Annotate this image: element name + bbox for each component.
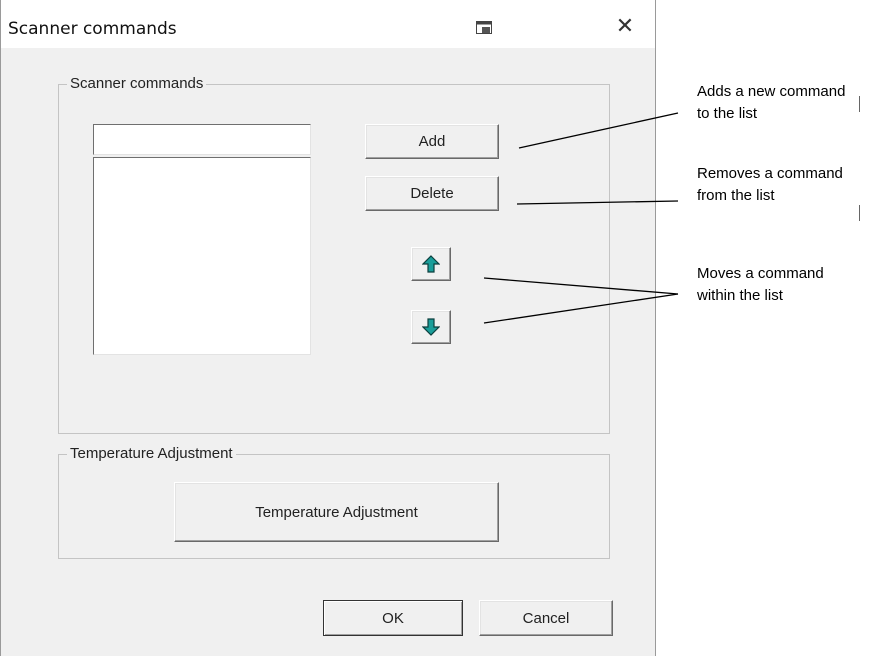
delete-annotation-line2: from the list: [697, 187, 775, 204]
arrow-down-icon: [422, 318, 440, 336]
delete-button[interactable]: Delete: [365, 176, 499, 211]
edge-tick: [859, 205, 860, 221]
add-button[interactable]: Add: [365, 124, 499, 159]
add-annotation: Adds a new command to the list: [697, 81, 845, 125]
move-annotation-line2: within the list: [697, 287, 783, 304]
dialog-title: Scanner commands: [8, 19, 177, 39]
scanner-commands-dialog: Scanner commands ✕ Scanner commands Add …: [0, 0, 656, 656]
window-restore-icon[interactable]: [476, 21, 492, 35]
temperature-group-title: Temperature Adjustment: [67, 444, 236, 464]
temperature-adjustment-button[interactable]: Temperature Adjustment: [174, 482, 499, 542]
move-down-button[interactable]: [411, 310, 451, 344]
close-button[interactable]: ✕: [599, 6, 651, 46]
edge-tick: [859, 96, 860, 112]
command-input[interactable]: [93, 124, 311, 155]
add-annotation-line2: to the list: [697, 105, 758, 122]
delete-annotation: Removes a command from the list: [697, 163, 843, 207]
ok-button[interactable]: OK: [323, 600, 463, 636]
arrow-up-icon: [422, 255, 440, 273]
title-bar: Scanner commands ✕: [1, 0, 655, 48]
add-button-label: Add: [418, 133, 446, 150]
move-annotation: Moves a command within the list: [697, 263, 824, 307]
command-list[interactable]: [93, 157, 311, 355]
move-up-button[interactable]: [411, 247, 451, 281]
scanner-commands-group-title: Scanner commands: [67, 74, 207, 94]
temperature-adjustment-button-label: Temperature Adjustment: [255, 503, 418, 521]
delete-annotation-line1: Removes a command: [697, 165, 843, 182]
close-icon: ✕: [615, 13, 635, 39]
cancel-button-label: Cancel: [522, 609, 570, 627]
cancel-button[interactable]: Cancel: [479, 600, 613, 636]
delete-button-label: Delete: [410, 185, 454, 202]
add-annotation-line1: Adds a new command: [697, 83, 846, 100]
move-annotation-line1: Moves a command: [697, 265, 824, 282]
ok-button-label: OK: [382, 609, 404, 627]
